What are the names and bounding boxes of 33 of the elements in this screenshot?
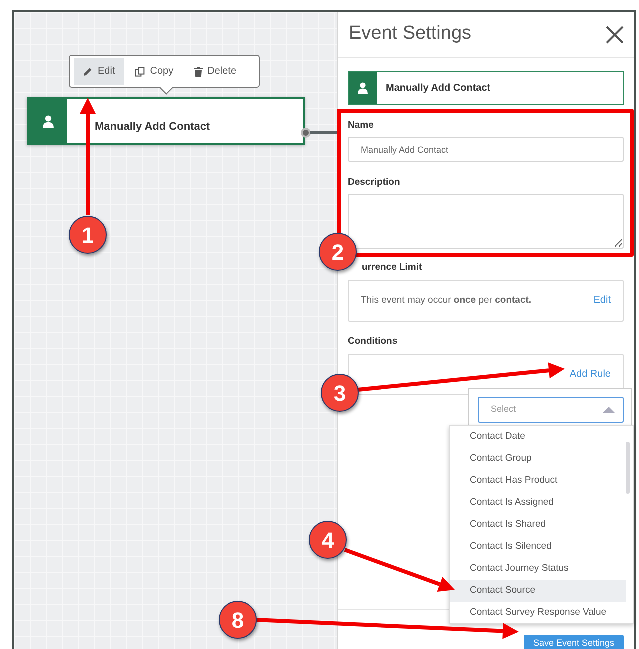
copy-icon [135, 66, 146, 76]
toolbar-button[interactable]: Edit [74, 58, 124, 85]
field-label: Description [348, 176, 402, 190]
option-item[interactable]: Contact Is Silenced [450, 536, 626, 558]
field-label: Name [348, 119, 375, 133]
connector-line [310, 131, 337, 134]
option-item[interactable]: Contact Date [450, 426, 626, 448]
occurrence-text: This event may occur once per contact. [361, 294, 532, 308]
toolbar-button[interactable]: Copy [126, 58, 183, 85]
option-item[interactable]: Contact Survey Response Value [450, 602, 626, 624]
event-node[interactable]: Manually Add Contact [27, 97, 305, 145]
scrollbar[interactable] [626, 442, 630, 494]
caret-icon [603, 407, 615, 413]
close-icon[interactable] [606, 26, 624, 44]
panel-title: Event Settings [349, 22, 472, 46]
pencil-icon [83, 66, 93, 76]
event-title: Manually Add Contact [385, 82, 491, 96]
person-icon [42, 114, 54, 128]
option-item[interactable]: Contact Journey Status [450, 558, 626, 580]
option-item[interactable]: Contact Is Shared [450, 514, 626, 536]
select-placeholder: Select [491, 403, 516, 416]
toolbar-button[interactable]: Delete [184, 58, 246, 85]
field-label: Conditions [348, 334, 399, 349]
node-title: Manually Add Contact [94, 120, 210, 135]
option-item[interactable]: Contact Source [450, 580, 626, 602]
field-label: urrence Limit [362, 260, 424, 274]
description-field[interactable] [348, 194, 624, 248]
name-field[interactable]: Manually Add Contact [348, 137, 624, 162]
option-item[interactable]: Contact Group [450, 448, 626, 470]
option-item[interactable]: Contact Is Assigned [450, 492, 626, 514]
trash-icon [194, 66, 203, 76]
option-item[interactable]: Contact Has Product [450, 470, 626, 492]
person-icon [357, 82, 369, 94]
